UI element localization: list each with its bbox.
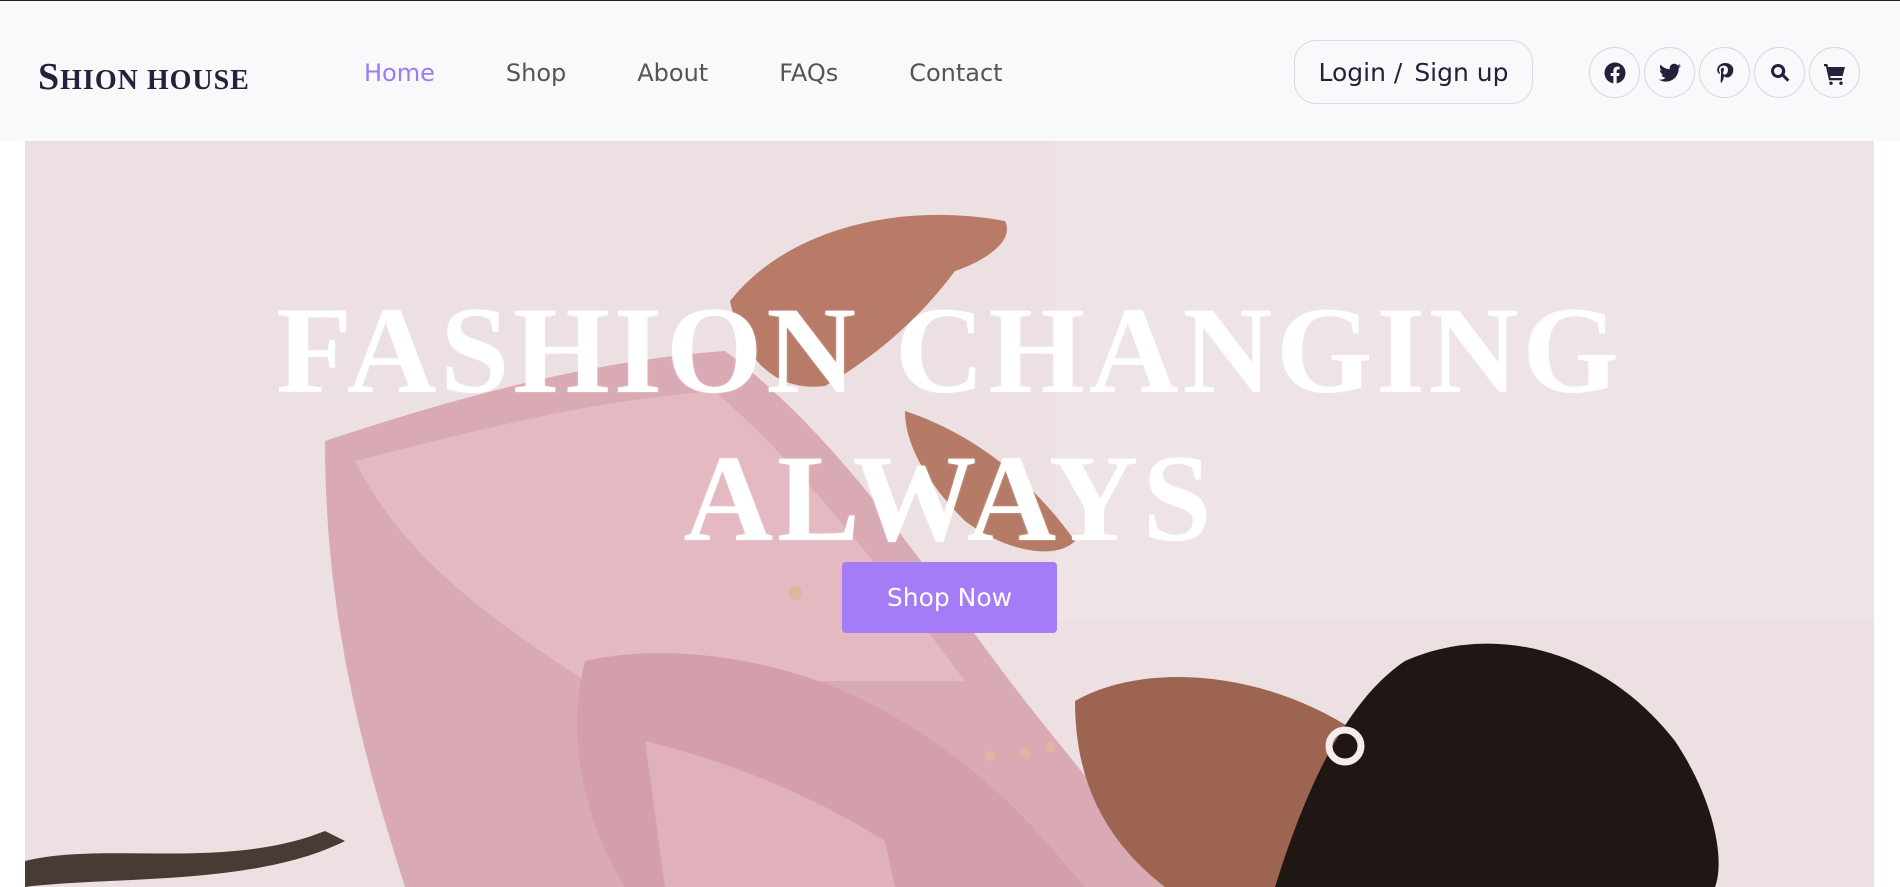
hero-headline-line2: ALWAYS (683, 430, 1216, 567)
shop-now-button[interactable]: Shop Now (842, 562, 1057, 633)
signup-label[interactable]: Sign up (1414, 58, 1508, 87)
brand-logo[interactable]: SHION HOUSE (38, 55, 250, 103)
cart-button[interactable] (1809, 47, 1860, 98)
facebook-icon (1604, 62, 1626, 83)
hero-headline: FASHION CHANGING ALWAYS (25, 277, 1874, 573)
header-icon-group (1589, 47, 1860, 98)
nav-contact[interactable]: Contact (909, 53, 1002, 93)
twitter-button[interactable] (1644, 47, 1695, 98)
login-label[interactable]: Login / (1318, 58, 1402, 87)
search-icon (1770, 63, 1789, 82)
pinterest-icon (1716, 62, 1733, 83)
nav-about[interactable]: About (637, 53, 708, 93)
twitter-icon (1658, 63, 1681, 82)
facebook-button[interactable] (1589, 47, 1640, 98)
main-nav: Home Shop About FAQs Contact (364, 53, 1003, 93)
pinterest-button[interactable] (1699, 47, 1750, 98)
nav-faqs[interactable]: FAQs (779, 53, 838, 93)
hero-headline-line1: FASHION CHANGING (276, 282, 1623, 419)
site-header: SHION HOUSE Home Shop About FAQs Contact… (0, 0, 1900, 141)
hero-banner: FASHION CHANGING ALWAYS Shop Now (25, 141, 1874, 887)
login-signup-button[interactable]: Login / Sign up (1294, 40, 1533, 104)
search-button[interactable] (1754, 47, 1805, 98)
nav-shop[interactable]: Shop (506, 53, 566, 93)
cart-icon (1823, 63, 1845, 85)
nav-home[interactable]: Home (364, 53, 435, 93)
